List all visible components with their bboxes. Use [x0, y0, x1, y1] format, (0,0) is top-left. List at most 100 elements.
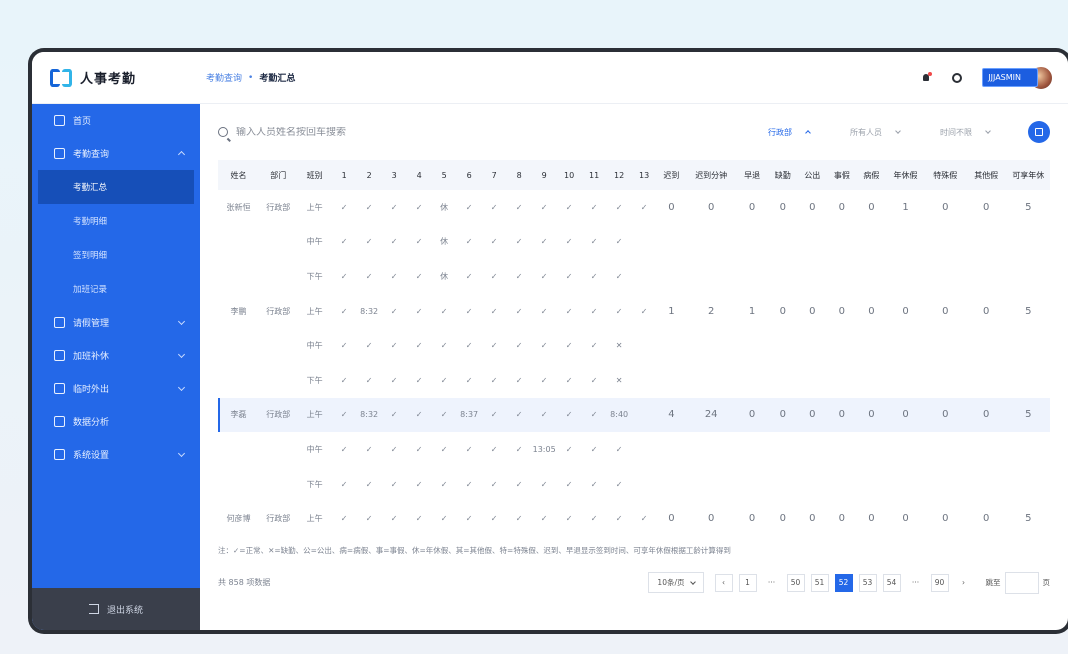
table-row[interactable]: 中午 ✓ ✓ ✓ ✓ ✓ ✓ ✓ ✓ 13:05 ✓ ✓ ✓ — [218, 432, 1050, 467]
table-cell: 0 — [779, 513, 786, 525]
time-filter-value: 时间不限 — [940, 127, 972, 137]
table-cell — [259, 328, 298, 363]
sidebar-item-home[interactable]: 首页 — [32, 104, 200, 137]
column-header: 早退 — [736, 160, 768, 190]
table-cell: ✓ — [390, 306, 398, 316]
logout-button[interactable]: 退出系统 — [32, 588, 200, 630]
table-cell: ✓ — [490, 341, 498, 351]
sidebar-subitem-overtime[interactable]: 加班记录 — [32, 272, 200, 306]
table-cell: 0 — [809, 513, 816, 525]
user-name-chip[interactable]: JJJASMIN — [982, 68, 1038, 87]
jump-page-input[interactable] — [1004, 571, 1039, 594]
table-cell: ✓ — [390, 375, 398, 385]
table-cell — [686, 225, 736, 260]
page-ellipsis[interactable]: ··· — [763, 574, 781, 592]
table-cell: ✓ — [465, 375, 473, 385]
page-list: 1 ··· 50 51 52 53 54 ··· 90 — [736, 573, 952, 592]
column-header: 迟到 — [656, 160, 687, 190]
sidebar-item-label: 系统设置 — [73, 451, 110, 461]
table-cell: 0 — [809, 201, 816, 213]
table-cell: ✓ — [390, 444, 398, 454]
prev-page-icon[interactable]: ‹ — [714, 573, 733, 592]
sidebar-subitem-detail[interactable]: 考勤明细 — [32, 204, 200, 238]
table-cell: 0 — [942, 305, 949, 317]
table-cell: 中午 — [306, 341, 323, 351]
chevron-down-icon — [177, 383, 186, 392]
table-cell: ✓ — [415, 202, 423, 212]
table-cell — [925, 259, 966, 294]
sidebar-item-system[interactable]: 系统设置 — [32, 438, 200, 471]
page-button[interactable]: 1 — [738, 573, 757, 592]
table-row[interactable]: 中午 ✓ ✓ ✓ ✓ ✓ ✓ ✓ ✓ ✓ ✓ ✓ ✕ — [218, 328, 1050, 363]
table-cell: ✓ — [540, 202, 548, 212]
sidebar-item-compensation[interactable]: 加班补休 — [32, 339, 200, 372]
table-row[interactable]: 中午 ✓ ✓ ✓ ✓ 休 ✓ ✓ ✓ ✓ ✓ ✓ ✓ — [218, 225, 1050, 260]
table-cell: ✓ — [406, 397, 432, 433]
search-input[interactable] — [236, 126, 536, 138]
table-cell: ✓ — [465, 306, 473, 316]
page-ellipsis[interactable]: ··· — [907, 574, 925, 592]
table-cell: ✓ — [565, 202, 573, 212]
table-cell: ✓ — [415, 341, 423, 351]
table-cell: ✓ — [565, 237, 573, 247]
table-cell: ✓ — [440, 479, 448, 489]
export-button[interactable] — [1028, 121, 1050, 143]
table-row[interactable]: 下午 ✓ ✓ ✓ ✓ 休 ✓ ✓ ✓ ✓ ✓ ✓ ✓ — [218, 259, 1050, 294]
sidebar-subitem-summary[interactable]: 考勤汇总 — [38, 170, 194, 204]
table-cell: ✓ — [590, 375, 598, 385]
page-button[interactable]: 50 — [786, 573, 805, 592]
sidebar-item-leave[interactable]: 请假管理 — [32, 306, 200, 339]
page-button[interactable]: 52 — [834, 573, 853, 592]
table-row[interactable]: 李鹏 行政部 上午 ✓ 8:32 ✓ ✓ ✓ ✓ ✓ ✓ ✓ ✓ ✓ ✓ ✓ 1 2 1 0 0 0 0 0 0 0 5 — [218, 294, 1050, 329]
table-cell: 行政部 — [258, 397, 298, 433]
table-cell — [1007, 467, 1050, 502]
table-cell: 2 — [708, 305, 715, 317]
table-row[interactable]: 何彦博 行政部 上午 ✓ ✓ ✓ ✓ ✓ ✓ ✓ ✓ ✓ ✓ ✓ ✓ ✓ 0 0 0 0 0 0 0 0 0 0 5 — [218, 501, 1050, 536]
table-cell: ✓ — [440, 306, 448, 316]
breadcrumb-parent[interactable]: 考勤查询 — [206, 71, 242, 84]
notification-bell-icon[interactable] — [920, 71, 933, 84]
table-row[interactable]: 下午 ✓ ✓ ✓ ✓ ✓ ✓ ✓ ✓ ✓ ✓ ✓ ✓ — [218, 467, 1050, 502]
table-cell — [632, 467, 657, 502]
table-row[interactable]: 下午 ✓ ✓ ✓ ✓ ✓ ✓ ✓ ✓ ✓ ✓ ✓ ✕ — [218, 363, 1050, 398]
table-cell — [798, 432, 828, 467]
table-cell — [857, 328, 887, 363]
sidebar-item-analysis[interactable]: 数据分析 — [32, 405, 200, 438]
page-button[interactable]: 51 — [810, 573, 829, 592]
table-cell: ✓ — [431, 397, 457, 433]
table-cell: ✓ — [565, 271, 573, 281]
sidebar-item-attendance-query[interactable]: 考勤查询 — [32, 137, 200, 170]
dept-filter[interactable]: 行政部 — [768, 127, 811, 138]
table-row[interactable]: 张新恒 行政部 上午 ✓ ✓ ✓ ✓ 休 ✓ ✓ ✓ ✓ ✓ ✓ ✓ ✓ 0 0 0 0 0 0 0 1 0 0 5 — [218, 190, 1050, 225]
table-cell: ✓ — [515, 341, 523, 351]
table-cell — [686, 259, 736, 294]
table-cell: ✓ — [365, 444, 373, 454]
column-header: 1 — [331, 160, 357, 190]
table-cell: ✓ — [490, 375, 498, 385]
people-filter[interactable]: 所有人员 — [850, 127, 901, 138]
page-size-select[interactable]: 10条/页 — [648, 572, 704, 594]
settings-gear-icon[interactable] — [952, 72, 963, 83]
page-button[interactable]: 90 — [930, 573, 949, 592]
table-cell — [886, 259, 925, 294]
app-logo[interactable]: 人事考勤 — [32, 52, 200, 104]
table-row[interactable]: 李磊 行政部 上午 ✓ 8:32 ✓ ✓ ✓ 8:37 ✓ ✓ ✓ ✓ ✓ 8:40 4 24 0 0 0 0 0 0 0 0 5 — [218, 397, 1050, 433]
logo-icon — [50, 67, 72, 89]
page-button[interactable]: 53 — [858, 573, 877, 592]
table-cell — [827, 467, 857, 502]
device-frame: 人事考勤 考勤查询 • 考勤汇总 JJJASMIN 首页 考勤查询 考勤汇总 考… — [28, 48, 1068, 634]
table-cell — [768, 328, 798, 363]
table-cell — [632, 259, 657, 294]
sidebar-subitem-checkin[interactable]: 签到明细 — [32, 238, 200, 272]
sidebar-item-outing[interactable]: 临时外出 — [32, 372, 200, 405]
next-page-icon[interactable]: › — [955, 574, 973, 592]
table-cell: ✓ — [515, 375, 523, 385]
table-cell: ✓ — [490, 514, 498, 524]
table-cell: 下午 — [306, 271, 323, 281]
pagination: 共 858 项数据 10条/页 ‹ 1 ··· 50 51 52 53 54 ··· 90 › … — [218, 571, 1050, 594]
table-cell — [632, 432, 657, 467]
table-cell: ✕ — [615, 341, 623, 351]
gauge-icon — [54, 416, 65, 427]
time-filter[interactable]: 时间不限 — [940, 127, 991, 138]
page-button[interactable]: 54 — [882, 573, 901, 592]
